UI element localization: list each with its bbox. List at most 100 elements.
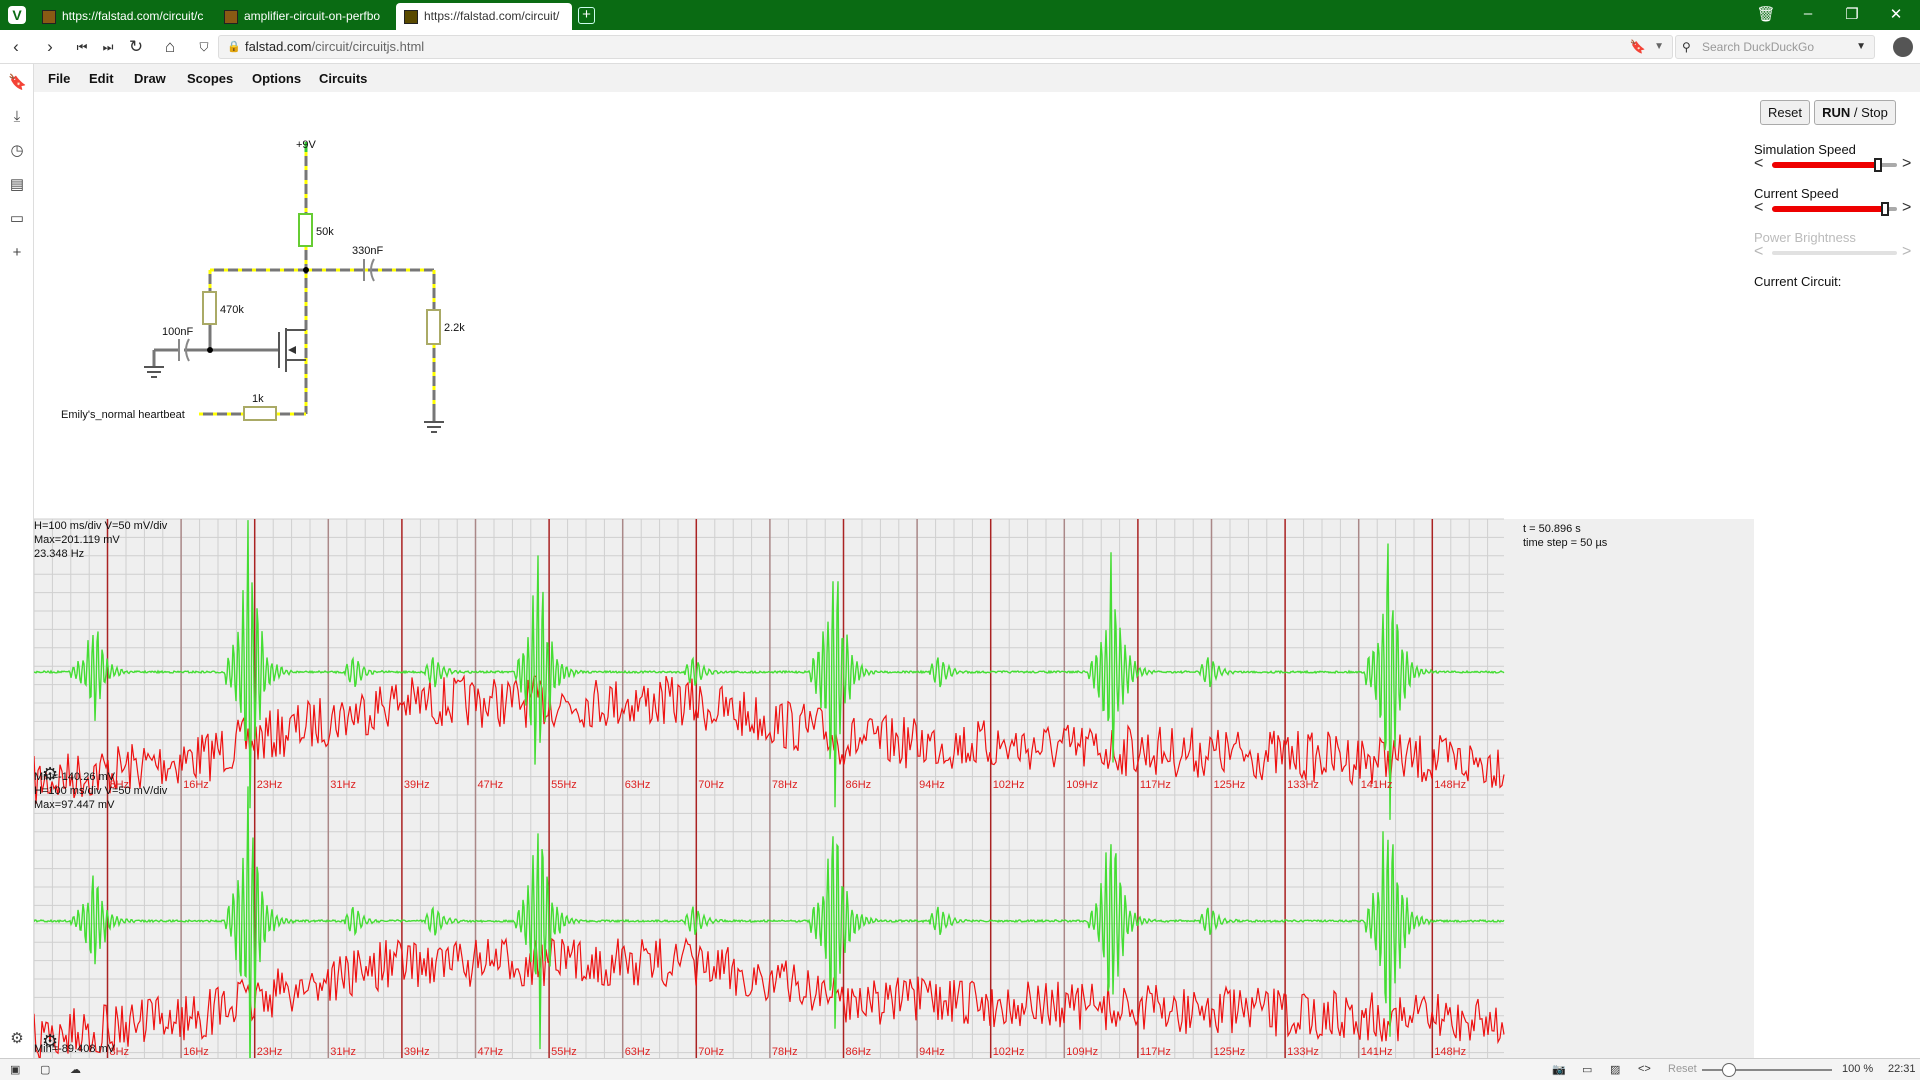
menu-options[interactable]: Options [252, 71, 301, 86]
settings-gear-icon[interactable]: ⚙ [8, 1030, 26, 1048]
menu-edit[interactable]: Edit [89, 71, 114, 86]
current-speed-slider[interactable]: < > [1754, 199, 1914, 217]
freq-label: 78Hz [772, 779, 798, 791]
window-panel-icon[interactable]: ▭ [8, 210, 26, 228]
freq-label: 63Hz [625, 1046, 651, 1058]
label-r-in: 1k [252, 393, 264, 405]
menu-scopes[interactable]: Scopes [187, 71, 233, 86]
scope1-gear-icon[interactable]: ⚙ [42, 764, 58, 784]
sync-cloud-icon[interactable]: ☁ [70, 1063, 81, 1076]
chevron-down-icon[interactable]: ▼ [1654, 36, 1664, 58]
slider-left-icon[interactable]: < [1754, 199, 1763, 217]
code-icon[interactable]: <> [1638, 1063, 1651, 1075]
slider-right-icon[interactable]: > [1902, 155, 1911, 173]
slider-right-icon[interactable]: > [1902, 199, 1911, 217]
downloads-icon[interactable]: ⤓ [8, 108, 26, 126]
label-source: Emily's_normal heartbeat [61, 409, 185, 421]
url-field[interactable]: 🔒 falstad.com/circuit/circuitjs.html 🔖 ▼ [218, 35, 1673, 59]
trash-icon[interactable]: 🗑 [1756, 5, 1776, 23]
falstad-favicon-icon [404, 10, 418, 24]
label-r-bias: 470k [220, 304, 244, 316]
freq-label: 16Hz [183, 779, 209, 791]
window-icon[interactable]: ▭ [1582, 1063, 1592, 1076]
search-input[interactable]: ⚲ Search DuckDuckGo ▼ [1675, 35, 1875, 59]
sim-time: t = 50.896 s [1523, 523, 1581, 535]
tab-tiling-icon[interactable]: ▢ [40, 1063, 50, 1076]
slider-knob[interactable] [1880, 202, 1889, 216]
sim-speed-slider[interactable]: < > [1754, 155, 1914, 173]
tab-falstad-1[interactable]: https://falstad.com/circuit/c [34, 3, 210, 30]
zoom-reset-button[interactable]: Reset [1668, 1063, 1697, 1075]
freq-label: 133Hz [1287, 779, 1319, 791]
shield-icon[interactable]: ⛉ [194, 37, 214, 57]
falstad-favicon-icon [42, 10, 56, 24]
minimize-icon[interactable]: – [1798, 5, 1818, 22]
url-domain: falstad.com [245, 39, 312, 54]
freq-label: 86Hz [846, 1046, 872, 1058]
menu-draw[interactable]: Draw [134, 71, 166, 86]
scope2-gear-icon[interactable]: ⚙ [42, 1031, 58, 1051]
scope2-max: Max=97.447 mV [34, 799, 115, 811]
run-label: RUN [1822, 105, 1851, 120]
capture-icon[interactable]: 📷 [1552, 1063, 1566, 1076]
freq-label: 31Hz [330, 1046, 356, 1058]
scope1-freq: 23.348 Hz [34, 548, 84, 560]
slider-knob[interactable] [1874, 158, 1883, 172]
home-icon[interactable]: ⌂ [160, 37, 180, 57]
power-brightness-label: Power Brightness [1754, 230, 1856, 245]
run-stop-button[interactable]: RUN / Stop [1814, 100, 1896, 125]
bookmark-icon[interactable]: 🔖 [1630, 36, 1646, 58]
simulation-canvas[interactable]: +9V 50k 330nF 470k 100nF 2.2k 1k Emily's… [34, 92, 1754, 1058]
freq-label: 141Hz [1361, 779, 1393, 791]
vivaldi-logo-icon[interactable]: V [8, 6, 26, 24]
image-icon[interactable]: ▨ [1610, 1063, 1620, 1076]
freq-label: 125Hz [1214, 779, 1246, 791]
freq-label: 94Hz [919, 1046, 945, 1058]
reload-icon[interactable]: ↻ [126, 37, 146, 57]
current-speed-label: Current Speed [1754, 186, 1839, 201]
control-panel: Reset RUN / Stop Simulation Speed < > Cu… [1754, 92, 1920, 1058]
restore-icon[interactable]: ❐ [1842, 5, 1862, 23]
history-icon[interactable]: ◷ [8, 142, 26, 160]
freq-label: 47Hz [478, 1046, 504, 1058]
label-r-load: 2.2k [444, 322, 465, 334]
scope2-settings: H=100 ms/div V=50 mV/div [34, 785, 168, 797]
profile-avatar-icon[interactable] [1893, 37, 1913, 57]
freq-label: 39Hz [404, 1046, 430, 1058]
freq-label: 31Hz [330, 779, 356, 791]
freq-label: 117Hz [1140, 779, 1171, 791]
close-icon[interactable]: ✕ [1886, 5, 1906, 23]
chevron-down-icon[interactable]: ▼ [1856, 36, 1866, 58]
fast-forward-icon[interactable]: ⏭ [98, 37, 118, 57]
bookmarks-icon[interactable]: 🔖 [8, 74, 27, 92]
notes-icon[interactable]: ▤ [8, 176, 26, 194]
menu-circuits[interactable]: Circuits [319, 71, 367, 86]
current-circuit-label: Current Circuit: [1754, 274, 1842, 289]
label-supply: +9V [296, 139, 317, 151]
back-icon[interactable]: ‹ [6, 37, 26, 57]
slider-left-icon[interactable]: < [1754, 155, 1763, 173]
freq-label: 102Hz [993, 1046, 1025, 1058]
tab-title: amplifier-circuit-on-perfbo [244, 9, 381, 23]
tab-falstad-active[interactable]: https://falstad.com/circuit/ [396, 3, 572, 30]
power-brightness-slider: < > [1754, 243, 1912, 260]
tab-bar: V https://falstad.com/circuit/c amplifie… [0, 0, 1920, 30]
reset-button[interactable]: Reset [1760, 100, 1810, 125]
forward-icon[interactable]: › [40, 37, 60, 57]
freq-label: 55Hz [551, 779, 577, 791]
side-panel: 🔖 ⤓ ◷ ▤ ▭ + ⚙ [0, 64, 34, 1058]
circuit-schematic[interactable] [144, 142, 444, 433]
new-tab-button[interactable]: + [578, 7, 595, 24]
rewind-icon[interactable]: ⏮ [72, 37, 92, 57]
clock: 22:31 [1888, 1063, 1916, 1075]
zoom-slider[interactable] [1702, 1063, 1832, 1077]
search-placeholder: Search DuckDuckGo [1702, 40, 1815, 54]
add-panel-icon[interactable]: + [8, 244, 26, 262]
tab-amplifier[interactable]: amplifier-circuit-on-perfbo [216, 3, 396, 30]
freq-label: 23Hz [257, 1046, 283, 1058]
label-r-top: 50k [316, 226, 334, 238]
menu-file[interactable]: File [48, 71, 70, 86]
panel-toggle-icon[interactable]: ▣ [10, 1063, 20, 1076]
label-cap-out: 330nF [352, 245, 383, 257]
freq-label: 133Hz [1287, 1046, 1319, 1058]
